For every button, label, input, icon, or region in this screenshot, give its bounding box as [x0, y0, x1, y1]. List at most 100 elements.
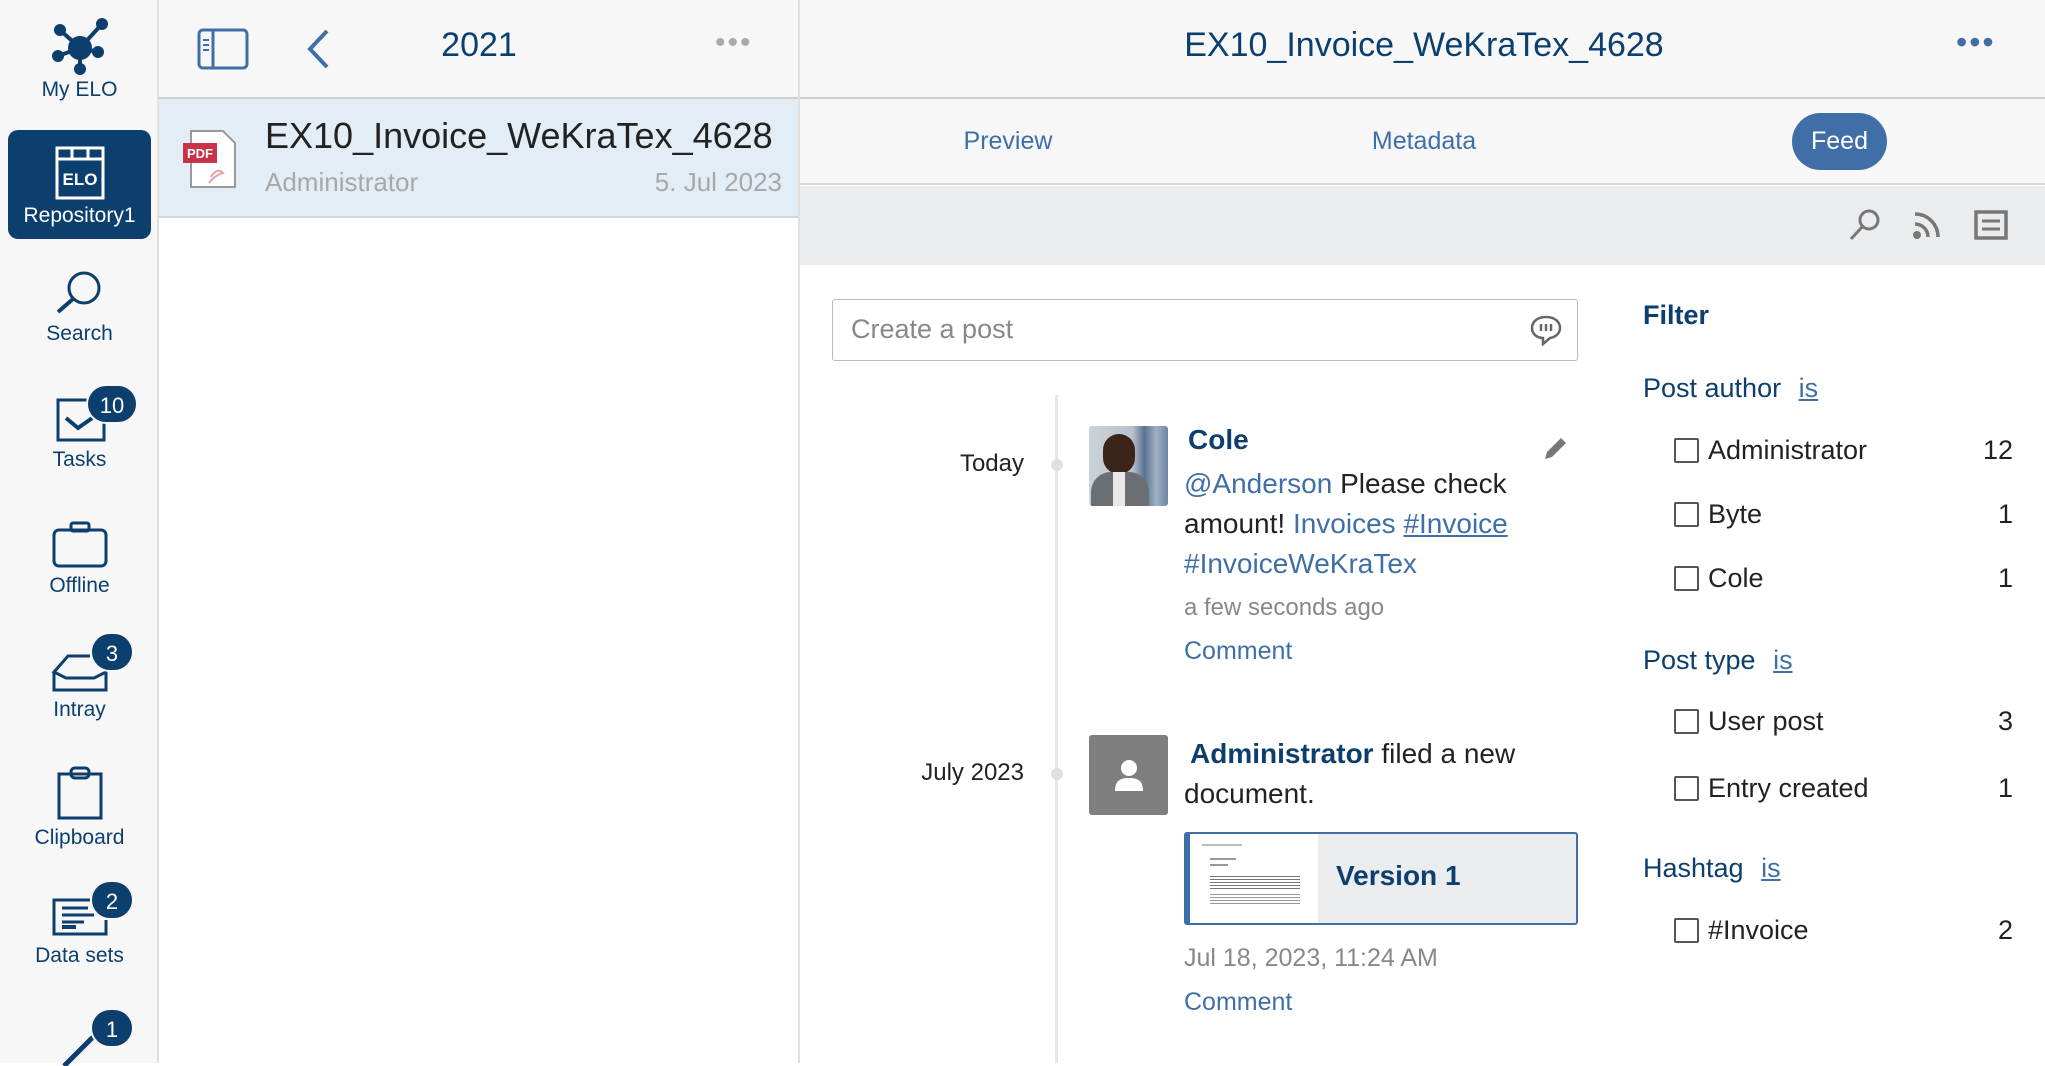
checkbox[interactable]: [1674, 709, 1699, 734]
list-header: 2021 •••: [159, 0, 798, 99]
timeline-label-july-2023: July 2023: [921, 759, 1024, 786]
sidebar-item-label: My ELO: [41, 78, 118, 101]
folder-title: 2021: [441, 26, 517, 64]
option-count: 3: [1997, 706, 2013, 736]
comment-link[interactable]: Comment: [1184, 637, 1292, 666]
option-count: 12: [1982, 435, 2013, 465]
comment-link[interactable]: Comment: [1184, 988, 1292, 1017]
timeline-line: [1055, 395, 1058, 1063]
edit-pencil-icon[interactable]: [1542, 436, 1568, 462]
sidebar-item-data-sets[interactable]: Data sets 2: [0, 880, 159, 968]
sidebar-item-clipboard[interactable]: Clipboard: [0, 764, 159, 850]
list-item[interactable]: PDF EX10_Invoice_WeKraTex_4628 Administr…: [159, 99, 798, 218]
pen-badge: 1: [90, 1008, 134, 1048]
intray-badge: 3: [90, 632, 134, 672]
sidebar-item-tasks[interactable]: Tasks 10: [0, 384, 159, 472]
filter-operator[interactable]: is: [1773, 645, 1793, 675]
rss-feed-icon[interactable]: [1912, 210, 1942, 240]
viewer-header: EX10_Invoice_WeKraTex_4628 •••: [800, 0, 2045, 99]
toggle-panel-icon[interactable]: [197, 28, 249, 70]
filter-option[interactable]: Byte 1: [1674, 494, 2013, 534]
sidebar-item-label: Intray: [53, 698, 106, 721]
filter-option[interactable]: Cole 1: [1674, 558, 2013, 598]
post-author[interactable]: Administrator: [1190, 738, 1374, 769]
post-body: @Anderson Please check amount! Invoices …: [1184, 464, 1584, 584]
option-label: #Invoice: [1708, 915, 1809, 945]
hashtag-link[interactable]: #Invoice: [1403, 508, 1507, 539]
option-label: Administrator: [1708, 435, 1868, 465]
option-count: 1: [1997, 773, 2013, 803]
item-name: EX10_Invoice_WeKraTex_4628: [265, 115, 773, 156]
document-title: EX10_Invoice_WeKraTex_4628: [1184, 26, 1664, 64]
tab-preview[interactable]: Preview: [948, 113, 1068, 170]
document-thumbnail: [1190, 834, 1318, 923]
checkbox[interactable]: [1674, 566, 1699, 591]
version-card[interactable]: Version 1: [1184, 832, 1578, 925]
svg-text:PDF: PDF: [187, 146, 213, 161]
speech-bubble-icon[interactable]: [1529, 314, 1563, 346]
back-chevron-icon[interactable]: [305, 28, 331, 70]
sidebar-item-label: Search: [46, 322, 113, 345]
item-author: Administrator: [265, 167, 419, 197]
filter-operator[interactable]: is: [1761, 853, 1781, 883]
feed-toolbar: [800, 186, 2045, 265]
folder-link[interactable]: Invoices: [1293, 508, 1396, 539]
filter-section-post-type: Post type is: [1643, 645, 1793, 676]
document-viewer: EX10_Invoice_WeKraTex_4628 ••• Preview M…: [800, 0, 2045, 1063]
filter-section-post-author: Post author is: [1643, 373, 1818, 404]
checkbox[interactable]: [1674, 502, 1699, 527]
option-count: 1: [1997, 563, 2013, 593]
timeline-dot: [1051, 459, 1063, 471]
sidebar-item-search[interactable]: Search: [0, 268, 159, 346]
checkbox[interactable]: [1674, 918, 1699, 943]
filter-panel-icon[interactable]: [1974, 210, 2008, 240]
tasks-badge: 10: [86, 384, 138, 424]
post-time: Jul 18, 2023, 11:24 AM: [1184, 944, 1438, 972]
filter-option[interactable]: Administrator 12: [1674, 430, 2013, 470]
filter-section-label: Post author: [1643, 373, 1782, 403]
sidebar-item-label: Clipboard: [34, 826, 125, 849]
filter-operator[interactable]: is: [1799, 373, 1819, 403]
item-date: 5. Jul 2023: [654, 167, 782, 197]
filter-title: Filter: [1643, 300, 1710, 330]
sidebar: My ELO ELO Repository1 Search Tasks 10 O…: [0, 0, 159, 1066]
svg-text:ELO: ELO: [62, 170, 97, 189]
sidebar-item-pen[interactable]: 1: [0, 1008, 159, 1066]
create-post-input[interactable]: Create a post: [832, 299, 1578, 361]
pdf-file-icon: PDF: [183, 130, 236, 188]
sidebar-item-label: Tasks: [52, 448, 107, 471]
avatar-administrator[interactable]: [1089, 735, 1168, 815]
briefcase-icon: [52, 521, 107, 568]
option-count: 1: [1997, 499, 2013, 529]
post-author[interactable]: Cole: [1188, 424, 1249, 456]
filter-section-hashtag: Hashtag is: [1643, 853, 1781, 884]
checkbox[interactable]: [1674, 438, 1699, 463]
option-count: 2: [1997, 915, 2013, 945]
repository-icon: ELO: [55, 146, 104, 200]
mention-link[interactable]: @Anderson: [1184, 468, 1332, 499]
sidebar-item-label: Offline: [49, 574, 110, 597]
list-more-button[interactable]: •••: [715, 26, 753, 60]
sidebar-item-repository1[interactable]: ELO Repository1: [8, 130, 151, 239]
tab-metadata[interactable]: Metadata: [1354, 113, 1494, 170]
viewer-more-button[interactable]: •••: [1956, 24, 1996, 61]
avatar-cole[interactable]: [1089, 426, 1168, 506]
sidebar-item-label: Repository1: [23, 204, 136, 227]
hashtag-link[interactable]: #InvoiceWeKraTex: [1184, 548, 1417, 579]
sidebar-item-intray[interactable]: Intray 3: [0, 632, 159, 722]
filter-option[interactable]: #Invoice 2: [1674, 910, 2013, 950]
search-icon[interactable]: [1848, 208, 1882, 242]
network-icon: [51, 18, 108, 75]
sidebar-item-label: Data sets: [35, 944, 124, 967]
version-label: Version 1: [1336, 860, 1461, 891]
post-time: a few seconds ago: [1184, 594, 1385, 621]
sidebar-item-offline[interactable]: Offline: [0, 520, 159, 598]
checkbox[interactable]: [1674, 776, 1699, 801]
filter-option[interactable]: Entry created 1: [1674, 768, 2013, 808]
filter-option[interactable]: User post 3: [1674, 701, 2013, 741]
clipboard-icon: [57, 766, 102, 820]
sidebar-item-my-elo[interactable]: My ELO: [0, 16, 159, 102]
post-body: Administrator filed a new document.: [1184, 734, 1584, 814]
tab-feed[interactable]: Feed: [1792, 113, 1887, 170]
option-label: Cole: [1708, 563, 1764, 593]
